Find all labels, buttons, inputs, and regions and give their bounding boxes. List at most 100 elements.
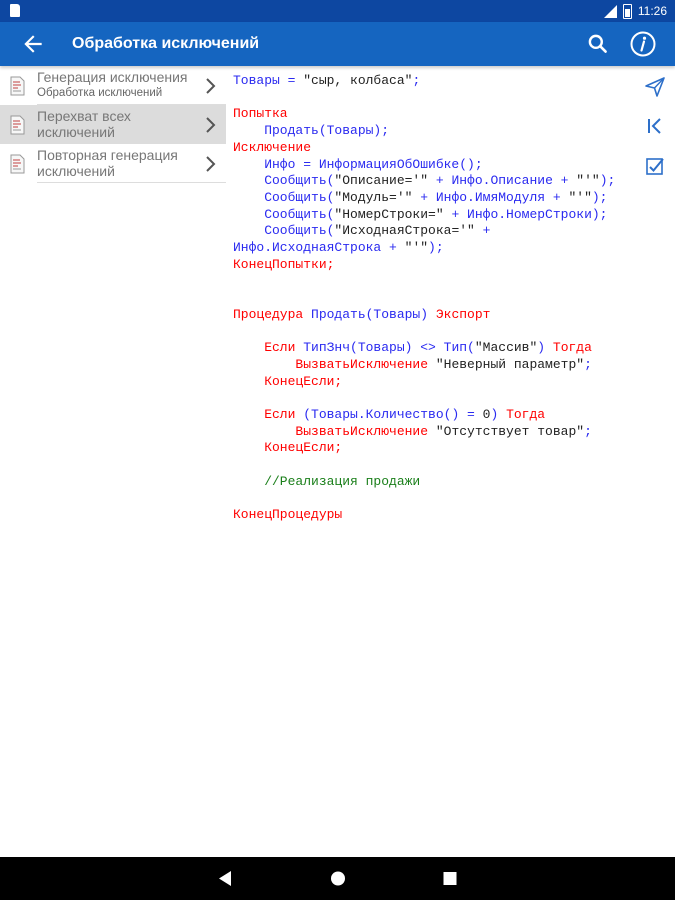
code-line: //Реализация продажи — [233, 474, 638, 491]
code-token: "ИсходнаяСтрока='" — [334, 223, 475, 239]
code-token: Продать(Товары) — [311, 306, 436, 322]
code-token: Сообщить( — [233, 189, 335, 205]
sidebar-item-title: Генерация исключения — [37, 69, 188, 85]
sidebar-item-generate[interactable]: Генерация исключения Обработка исключени… — [0, 66, 226, 105]
code-token: КонецЕсли; — [233, 373, 343, 389]
code-line: ВызватьИсключение "Отсутствует товар"; — [233, 424, 638, 441]
code-token: ВызватьИсключение — [233, 423, 436, 439]
code-line: Инфо = ИнформацияОбОшибке(); — [233, 157, 638, 174]
sidebar-item-title: Повторная генерация исключений — [37, 147, 178, 179]
code-line: Исключение — [233, 140, 638, 157]
checkbox-icon[interactable] — [644, 155, 666, 177]
code-token: ); — [428, 240, 444, 256]
code-token: Тогда — [552, 340, 592, 356]
sidebar-item-subtitle: Обработка исключений — [37, 87, 163, 99]
recents-square-icon[interactable] — [442, 870, 458, 887]
code-token: "'" — [576, 173, 600, 189]
code-token: "Отсутствует товар" — [435, 423, 585, 439]
code-line: Если (Товары.Количество() = 0) Тогда — [233, 407, 638, 424]
code-token: ); — [591, 189, 608, 205]
send-icon[interactable] — [644, 76, 666, 98]
code-token: + — [474, 223, 491, 239]
code-token: ) — [537, 340, 553, 356]
search-icon[interactable] — [585, 31, 611, 57]
sidebar-item-title: Перехват всех исключений — [37, 108, 131, 140]
arrow-back-icon[interactable] — [20, 31, 46, 57]
document-icon — [10, 115, 25, 135]
code-token: Если — [233, 340, 304, 356]
code-token: "Неверный параметр" — [435, 356, 585, 372]
sidebar-item-catch-all[interactable]: Перехват всех исключений — [0, 105, 226, 144]
info-icon[interactable] — [629, 30, 657, 58]
code-token: Сообщить( — [233, 223, 335, 239]
code-token: "сыр, колбаса" — [303, 73, 413, 88]
code-token: ВызватьИсключение — [233, 356, 436, 372]
code-token: ; — [584, 423, 592, 439]
code-line: Сообщить("НомерСтроки=" + Инфо.НомерСтро… — [233, 207, 638, 224]
code-token: ; — [584, 356, 592, 372]
code-token: Попытка — [233, 106, 288, 122]
battery-icon — [622, 3, 632, 19]
code-token: Продать(Товары); — [233, 123, 390, 139]
code-token: + Инфо.ИмяМодуля + — [412, 189, 569, 205]
skip-previous-icon[interactable] — [644, 115, 666, 137]
sidebar-item-text: Генерация исключения Обработка исключени… — [37, 69, 204, 101]
home-circle-icon[interactable] — [330, 870, 346, 887]
page-title: Обработка исключений — [72, 35, 260, 52]
code-token: "НомерСтроки=" — [334, 206, 444, 222]
signal-icon — [603, 4, 617, 18]
code-line: Сообщить("Описание='" + Инфо.Описание + … — [233, 173, 638, 190]
code-token: Тогда — [506, 407, 546, 423]
code-line: Сообщить("ИсходнаяСтрока='" + — [233, 223, 638, 240]
code-token: КонецПопытки; — [233, 256, 335, 272]
code-token: + Инфо.НомерСтроки); — [443, 206, 608, 222]
code-token: (Товары.Количество() = — [303, 407, 483, 423]
sidebar-list: Генерация исключения Обработка исключени… — [0, 66, 226, 183]
chevron-right-icon — [206, 156, 216, 172]
status-indicators: 11:26 — [603, 0, 667, 22]
code-token: ) — [490, 407, 507, 423]
code-line: Товары = "сыр, колбаса"; — [233, 73, 638, 90]
code-line: КонецЕсли; — [233, 440, 638, 457]
navigation-bar — [0, 857, 675, 900]
code-token: "'" — [404, 240, 429, 256]
sd-card-icon — [10, 4, 20, 17]
code-line: Продать(Товары); — [233, 123, 638, 140]
code-token: Если — [233, 407, 304, 423]
code-viewer: Товары = "сыр, колбаса"; Попытка Продать… — [233, 73, 638, 524]
code-line: Процедура Продать(Товары) Экспорт — [233, 307, 638, 324]
code-token: КонецПроцедуры — [233, 507, 343, 523]
code-token: Инфо = ИнформацияОбОшибке(); — [233, 156, 483, 172]
divider — [37, 182, 226, 183]
back-triangle-icon[interactable] — [217, 870, 233, 887]
code-token: Экспорт — [435, 306, 491, 322]
code-line: Сообщить("Модуль='" + Инфо.ИмяМодуля + "… — [233, 190, 638, 207]
code-token: "'" — [568, 189, 592, 205]
code-line: ВызватьИсключение "Неверный параметр"; — [233, 357, 638, 374]
code-line: Инфо.ИсходнаяСтрока + "'"); — [233, 240, 638, 257]
code-token: Исключение — [233, 139, 312, 155]
code-token: "Описание='" — [334, 173, 429, 189]
chevron-right-icon — [206, 117, 216, 133]
code-token: "Модуль='" — [334, 189, 413, 205]
code-line: КонецЕсли; — [233, 374, 638, 391]
code-token: + Инфо.Описание + — [428, 173, 577, 189]
code-line: Попытка — [233, 106, 638, 123]
code-token: ; — [412, 73, 421, 88]
code-token: Товары = — [233, 73, 304, 88]
code-line: Если ТипЗнч(Товары) <> Тип("Массив") Тог… — [233, 340, 638, 357]
code-token: ); — [599, 173, 616, 189]
code-token: КонецЕсли; — [233, 440, 343, 456]
sidebar-item-rethrow[interactable]: Повторная генерация исключений — [0, 144, 226, 183]
status-time: 11:26 — [637, 4, 667, 18]
code-token: Сообщить( — [233, 173, 335, 189]
chevron-right-icon — [206, 78, 216, 94]
document-icon — [10, 76, 25, 96]
code-token: Процедура — [233, 306, 312, 322]
